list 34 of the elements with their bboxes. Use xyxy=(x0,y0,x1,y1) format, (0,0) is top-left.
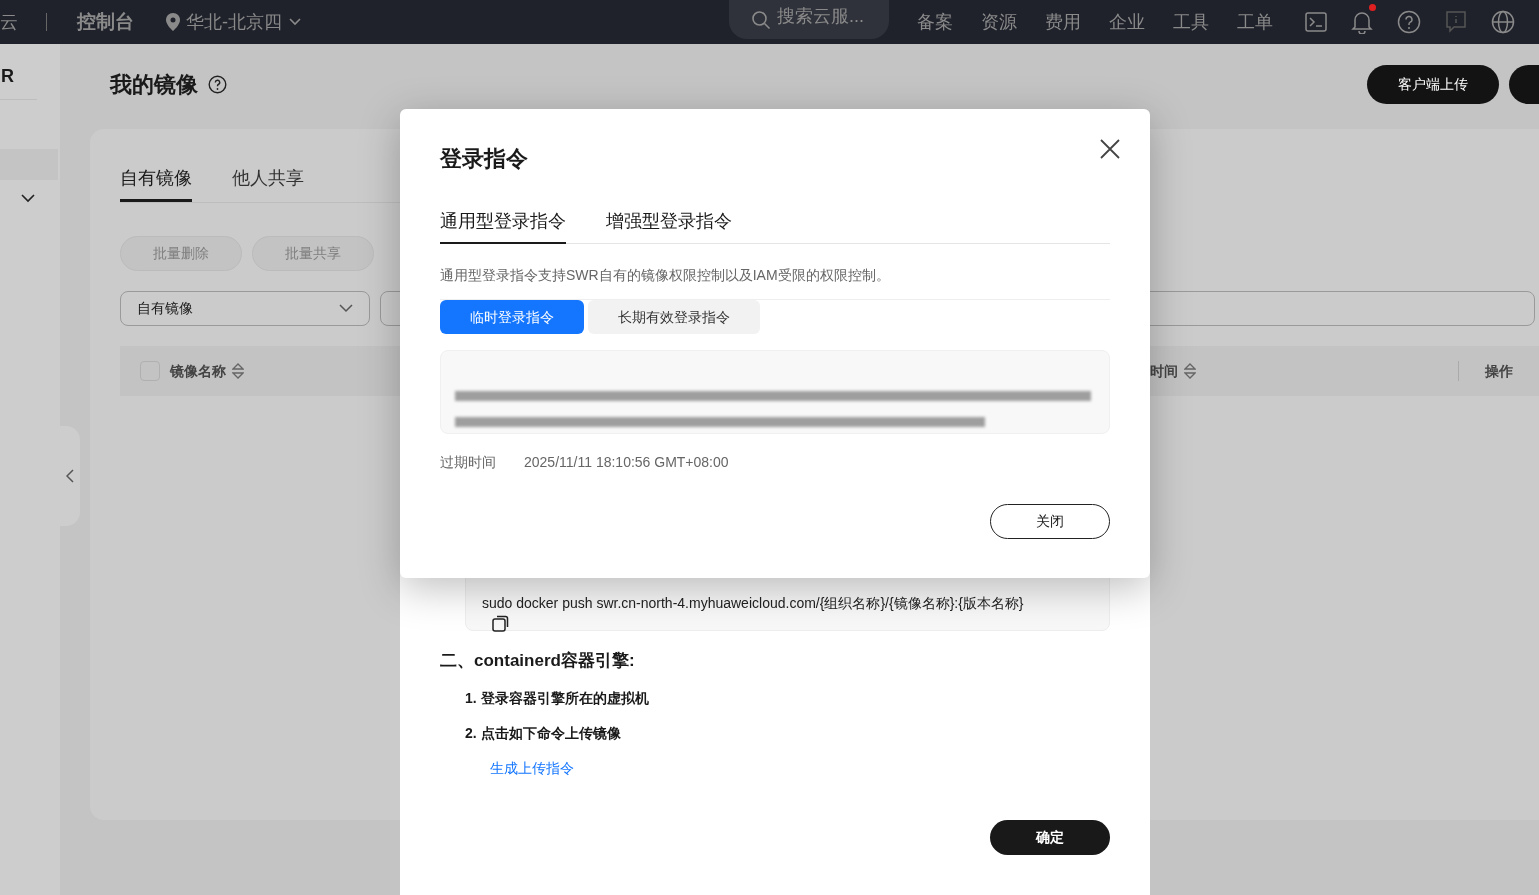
sidebar-title: R xyxy=(1,65,15,87)
confirm-button[interactable]: 确定 xyxy=(990,820,1110,855)
nav-link[interactable]: 工单 xyxy=(1237,8,1273,36)
nav-link[interactable]: 企业 xyxy=(1109,8,1145,36)
filter-dropdown[interactable]: 自有镜像 xyxy=(120,291,370,326)
step-text: 2. 点击如下命令上传镜像 xyxy=(465,723,622,743)
generate-command-link[interactable]: 生成上传指令 xyxy=(490,757,574,779)
step-text: 1. 登录容器引擎所在的虚拟机 xyxy=(465,688,650,708)
tab[interactable]: 他人共享 xyxy=(232,167,304,202)
page-title: 我的镜像 xyxy=(110,70,198,99)
tab[interactable]: 增强型登录指令 xyxy=(606,210,732,244)
console-link[interactable]: 控制台 xyxy=(77,7,134,37)
logo-text[interactable]: 云 xyxy=(0,8,18,36)
segment-button[interactable]: 长期有效登录指令 xyxy=(588,300,760,334)
description-text: 通用型登录指令支持SWR自有的镜像权限控制以及IAM受限的权限控制。 xyxy=(440,266,891,285)
close-button[interactable]: 关闭 xyxy=(990,504,1110,539)
code-text: sudo docker push swr.cn-north-4.myhuaweicloud.com/{组织名称}/{镜像名称}:{版本名称} xyxy=(482,595,1025,611)
tab[interactable]: 自有镜像 xyxy=(120,167,192,202)
nav-link[interactable]: 工具 xyxy=(1173,8,1209,36)
column-header: 时间 xyxy=(1150,361,1178,381)
column-header: 操作 xyxy=(1485,361,1513,381)
expiry-label: 过期时间 xyxy=(440,453,496,472)
tab[interactable]: 通用型登录指令 xyxy=(440,210,566,244)
nav-link[interactable]: 费用 xyxy=(1045,8,1081,36)
column-header: 镜像名称 xyxy=(170,361,226,381)
nav-link[interactable]: 资源 xyxy=(981,8,1017,36)
nav-link[interactable]: 备案 xyxy=(917,8,953,36)
dialog-title: 登录指令 xyxy=(440,145,529,173)
segment-button[interactable]: 临时登录指令 xyxy=(440,300,584,334)
section-heading: 二、containerd容器引擎: xyxy=(440,650,636,672)
region-selector[interactable]: 华北-北京四 xyxy=(166,8,302,36)
expiry-value: 2025/11/11 18:10:56 GMT+08:00 xyxy=(524,453,729,472)
search-field[interactable]: 搜索云服... xyxy=(729,0,889,39)
upload-button[interactable]: 客户端上传 xyxy=(1367,64,1499,104)
